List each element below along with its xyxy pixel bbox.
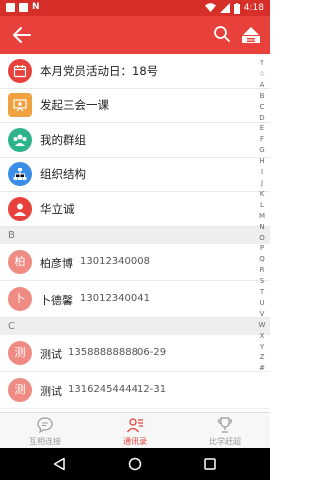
contact-phone: 13588888888 [68, 346, 138, 358]
alphabet-index-letter[interactable]: L [260, 200, 264, 211]
contact-date: 12-31 [137, 383, 167, 395]
contact-phone: 13162454444 [68, 383, 138, 395]
back-triangle-icon[interactable] [52, 457, 66, 471]
contact-row[interactable]: 测 测试 13162454444 12-31 [0, 372, 270, 409]
alphabet-index-letter[interactable]: H [259, 156, 264, 167]
tab-label: 比学赶超 [209, 437, 241, 446]
alphabet-index-letter[interactable]: V [260, 309, 265, 320]
bottom-nav: 互相连接 通讯录 比学赶超 [0, 412, 270, 448]
wifi-icon [204, 3, 216, 12]
alphabet-index-letter[interactable]: E [260, 123, 264, 134]
status-bar: N 4:18 [0, 0, 270, 16]
section-header-c: C [0, 317, 270, 335]
contact-date: 06-29 [137, 346, 167, 358]
menu-item-label: 我的群组 [40, 132, 86, 147]
alphabet-index-letter[interactable]: J [261, 178, 263, 189]
group-icon [8, 127, 32, 152]
menu-item-org-structure[interactable]: 组织结构 [0, 158, 270, 192]
alphabet-index-letter[interactable]: D [259, 113, 264, 124]
alphabet-index-letter[interactable]: Z [260, 352, 265, 363]
avatar: 卜 [8, 286, 32, 311]
system-nav-bar [0, 448, 270, 480]
alphabet-index-letter[interactable]: I [261, 167, 263, 178]
contact-name: 卜德馨 [40, 293, 73, 307]
alphabet-index-letter[interactable]: N [259, 222, 264, 233]
alphabet-index-letter[interactable]: A [260, 80, 265, 91]
contacts-icon [126, 418, 143, 433]
user-icon [8, 196, 32, 221]
menu-item-label: 组织结构 [40, 167, 86, 182]
alphabet-index-letter[interactable]: T [260, 287, 264, 298]
tab-compete[interactable]: 比学赶超 [180, 413, 270, 448]
avatar: 测 [8, 340, 32, 365]
menu-item-start-meeting[interactable]: 发起三会一课 [0, 89, 270, 123]
menu-item-label: 发起三会一课 [40, 98, 109, 113]
alphabet-index-letter[interactable]: O [259, 233, 265, 244]
notification-icons: N [6, 3, 40, 12]
alphabet-index-letter[interactable]: W [259, 320, 266, 331]
alphabet-index-letter[interactable]: ☆ [259, 69, 265, 80]
signal-icon [219, 3, 230, 13]
alphabet-index-letter[interactable]: S [260, 276, 264, 287]
alphabet-index-letter[interactable]: # [259, 363, 265, 374]
alphabet-index-letter[interactable]: P [260, 243, 264, 254]
contacts-screen: N 4:18 本月党员活动日：18号 发起三会一课 我的群组 组织结构 华立诚 … [0, 0, 270, 480]
alphabet-index-letter[interactable]: K [260, 189, 265, 200]
alphabet-index[interactable]: ↑ ☆ A B C D E F G H I J K L M N O P Q R S T U V W X Y Z # [256, 58, 268, 374]
contact-row[interactable]: 柏 柏彦博 13012340008 [0, 244, 270, 281]
alphabet-index-letter[interactable]: Y [260, 342, 264, 353]
alphabet-index-letter[interactable]: ↑ [259, 58, 265, 69]
contact-name: 测试 [40, 347, 62, 361]
status-right: 4:18 [204, 2, 264, 14]
alphabet-index-letter[interactable]: F [260, 134, 264, 145]
tab-connect[interactable]: 互相连接 [0, 413, 90, 448]
org-structure-icon [8, 162, 32, 187]
menu-item-label: 本月党员活动日：18号 [40, 63, 159, 78]
menu-item-my-groups[interactable]: 我的群组 [0, 123, 270, 158]
recents-square-icon[interactable] [203, 457, 217, 471]
contact-row[interactable]: 测 测试 13588888888 06-29 [0, 335, 270, 372]
tab-label: 互相连接 [29, 437, 61, 446]
avatar: 测 [8, 377, 32, 402]
search-icon[interactable] [212, 24, 232, 44]
meeting-icon [8, 93, 32, 118]
contact-phone: 13012340041 [80, 292, 150, 304]
tab-label: 通讯录 [123, 437, 147, 446]
alphabet-index-letter[interactable]: U [259, 298, 264, 309]
trophy-icon [217, 417, 233, 433]
home-circle-icon[interactable] [128, 457, 142, 471]
contact-name: 测试 [40, 384, 62, 398]
chat-bubble-icon [37, 417, 53, 434]
alphabet-index-letter[interactable]: R [260, 265, 265, 276]
calendar-icon [8, 58, 32, 83]
menu-item-user[interactable]: 华立诚 [0, 192, 270, 227]
contact-row[interactable]: 卜 卜德馨 13012340041 [0, 281, 270, 318]
alphabet-index-letter[interactable]: M [259, 211, 265, 222]
alphabet-index-letter[interactable]: Q [259, 254, 265, 265]
contact-phone: 13012340008 [80, 255, 150, 267]
tab-contacts[interactable]: 通讯录 [90, 413, 180, 448]
battery-icon [233, 2, 240, 14]
arrow-left-icon[interactable] [10, 23, 34, 47]
contact-name: 柏彦博 [40, 256, 73, 270]
notification-icon-2 [19, 3, 28, 12]
menu-item-label: 华立诚 [40, 201, 75, 216]
party-badge-icon[interactable] [240, 23, 262, 47]
section-header-b: B [0, 226, 270, 244]
alphabet-index-letter[interactable]: B [260, 91, 265, 102]
status-time: 4:18 [243, 3, 264, 13]
avatar: 柏 [8, 249, 32, 274]
n-notification-icon: N [32, 2, 40, 12]
alphabet-index-letter[interactable]: X [260, 331, 265, 342]
contact-list[interactable]: 本月党员活动日：18号 发起三会一课 我的群组 组织结构 华立诚 B 柏 柏彦博… [0, 54, 270, 412]
alphabet-index-letter[interactable]: G [259, 145, 264, 156]
menu-item-activity-day[interactable]: 本月党员活动日：18号 [0, 54, 270, 89]
toolbar [0, 16, 270, 54]
notification-icon-1 [6, 3, 15, 12]
alphabet-index-letter[interactable]: C [260, 102, 265, 113]
